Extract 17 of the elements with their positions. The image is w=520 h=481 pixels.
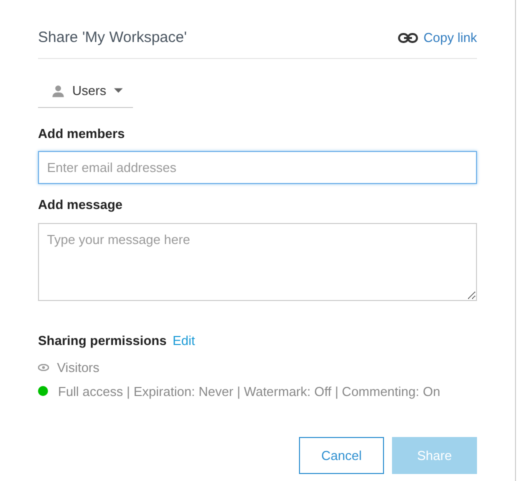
link-icon (398, 33, 418, 43)
user-icon (52, 84, 64, 98)
message-field[interactable]: Type your message here (38, 222, 477, 300)
caret-icon (114, 88, 123, 94)
field-label: Add message (38, 196, 124, 214)
eye-icon (38, 364, 49, 372)
role-text: Visitors (57, 359, 100, 377)
permission-summary: Full access | Expiration: Never | Watermark: Off | Commenting: On (58, 382, 440, 401)
edit-link[interactable]: Edit (172, 330, 195, 350)
section-label: Sharing permissions (38, 332, 167, 350)
copy-link[interactable]: Copy link (398, 28, 477, 48)
field-label: Add members (38, 124, 126, 142)
email-field[interactable]: Enter email addresses (38, 151, 477, 184)
audience-dropdown[interactable]: Users (38, 77, 133, 108)
dialog-title: Share 'My Workspace' (38, 28, 187, 48)
cancel-button[interactable]: Cancel (299, 437, 384, 474)
status-dot (38, 386, 48, 396)
